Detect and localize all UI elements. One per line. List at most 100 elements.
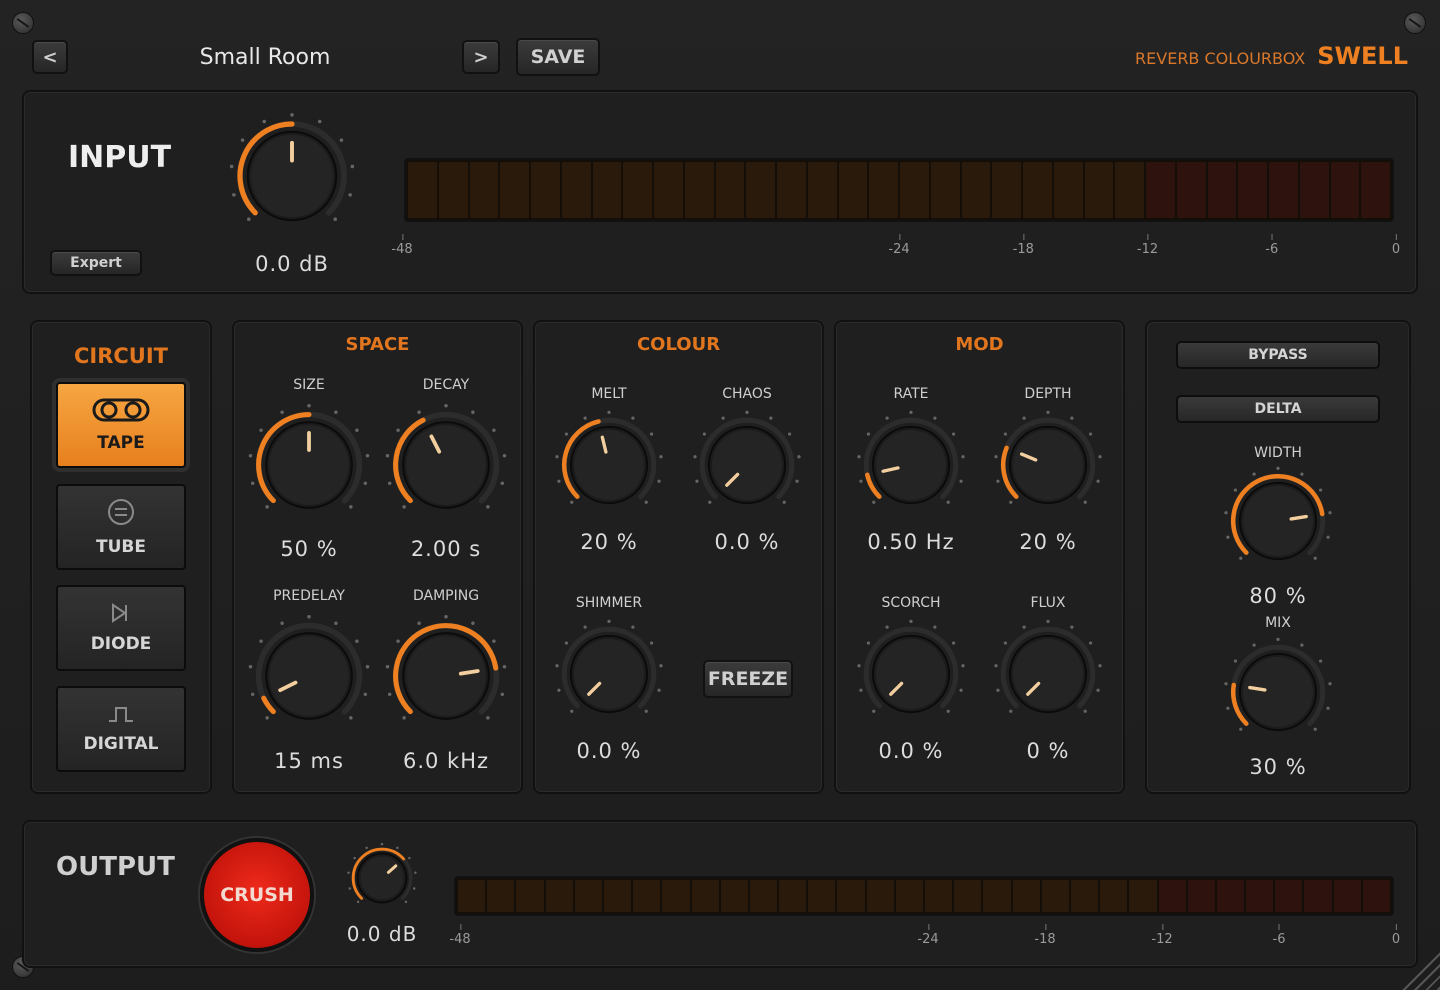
next-preset-button[interactable]: > (462, 40, 500, 74)
meter-segment (1207, 162, 1237, 218)
output-meter (454, 876, 1394, 916)
meter-scale-tick: -24 (917, 924, 939, 947)
width-knob[interactable] (1222, 465, 1334, 577)
meter-segment (900, 162, 929, 218)
flux-knob[interactable] (992, 618, 1104, 730)
circuit-diode-button[interactable]: DIODE (56, 585, 186, 671)
delta-button[interactable]: DELTA (1176, 395, 1380, 423)
meter-segment (516, 880, 544, 912)
damping-knob[interactable] (383, 613, 509, 739)
meter-segment (869, 162, 898, 218)
freeze-button[interactable]: FREEZE (703, 660, 793, 698)
brand: REVERB COLOURBOX SWELL (1135, 42, 1408, 70)
meter-scale-tick: -6 (1272, 924, 1286, 947)
output-title: OUTPUT (56, 852, 175, 882)
meter-segment (1299, 162, 1329, 218)
meter-segment (746, 162, 775, 218)
meter-segment (715, 162, 745, 218)
melt-knob[interactable] (553, 409, 665, 521)
prev-preset-button[interactable]: < (32, 40, 68, 74)
meter-segment (662, 880, 690, 912)
meter-segment (777, 162, 806, 218)
scorch-label: SCORCH (881, 595, 941, 611)
circuit-tape-button[interactable]: TAPE (56, 382, 186, 468)
meter-segment (691, 880, 719, 912)
brand-subtitle: REVERB COLOURBOX (1135, 49, 1306, 68)
meter-segment (837, 880, 865, 912)
meter-segment (1070, 880, 1099, 912)
size-knob[interactable] (246, 402, 372, 528)
chaos-value: 0.0 % (714, 530, 780, 554)
meter-segment (720, 880, 748, 912)
meter-scale-tick: -48 (449, 924, 471, 947)
flux-label: FLUX (1030, 595, 1066, 611)
meter-segment (458, 880, 486, 912)
decay-label: DECAY (422, 377, 470, 393)
input-meter (404, 158, 1394, 222)
predelay-knob[interactable] (246, 613, 372, 739)
rate-knob[interactable] (855, 409, 967, 521)
input-panel: INPUT Expert 0.0 dB -48 -24 -18 -12 -6 0 (22, 90, 1418, 294)
meter-segment (1084, 162, 1114, 218)
output-gain-value: 0.0 dB (346, 922, 418, 946)
circuit-title: CIRCUIT (74, 344, 168, 368)
bypass-button[interactable]: BYPASS (1176, 341, 1380, 369)
mix-knob[interactable] (1222, 636, 1334, 748)
flux-value: 0 % (1026, 739, 1070, 763)
depth-value: 20 % (1019, 530, 1077, 554)
tube-icon (107, 498, 135, 531)
plugin-window: < Small Room > SAVE REVERB COLOURBOX SWE… (0, 0, 1440, 990)
shimmer-value: 0.0 % (576, 739, 642, 763)
circuit-digital-button[interactable]: DIGITAL (56, 686, 186, 772)
meter-scale-tick: -24 (888, 234, 910, 257)
predelay-value: 15 ms (274, 749, 344, 773)
output-gain-knob[interactable] (346, 842, 418, 914)
meter-segment (469, 162, 499, 218)
meter-segment (954, 880, 982, 912)
meter-segment (684, 162, 714, 218)
meter-segment (1146, 162, 1175, 218)
input-gain-knob[interactable] (227, 111, 357, 241)
meter-segment (574, 880, 602, 912)
input-gain-value: 0.0 dB (255, 252, 329, 276)
meter-segment (925, 880, 953, 912)
meter-scale-tick: 0 (1391, 234, 1401, 257)
chaos-knob[interactable] (691, 409, 803, 521)
depth-knob[interactable] (992, 409, 1104, 521)
meter-segment (779, 880, 807, 912)
circuit-tube-button[interactable]: TUBE (56, 484, 186, 570)
damping-value: 6.0 kHz (402, 749, 490, 773)
output-meter-scale: -48 -24 -18 -12 -6 0 (449, 924, 1400, 947)
meter-segment (545, 880, 573, 912)
circuit-tape-label: TAPE (97, 432, 145, 453)
digital-icon (108, 705, 134, 728)
meter-scale-tick: -18 (1034, 924, 1056, 947)
melt-label: MELT (591, 386, 627, 402)
rate-label: RATE (893, 386, 929, 402)
meter-segment (592, 162, 622, 218)
meter-segment (1053, 162, 1083, 218)
meter-segment (603, 880, 632, 912)
scorch-knob[interactable] (855, 618, 967, 730)
size-label: SIZE (293, 377, 325, 393)
tape-icon (92, 398, 150, 427)
meter-segment (1275, 880, 1303, 912)
screw-icon (1404, 12, 1426, 34)
size-value: 50 % (280, 537, 338, 561)
mix-label: MIX (1265, 615, 1291, 631)
save-button[interactable]: SAVE (516, 38, 600, 76)
meter-scale-tick: -12 (1151, 924, 1173, 947)
meter-segment (438, 162, 468, 218)
expert-button[interactable]: Expert (50, 250, 142, 276)
depth-label: DEPTH (1024, 386, 1072, 402)
decay-knob[interactable] (383, 402, 509, 528)
rate-value: 0.50 Hz (867, 530, 955, 554)
meter-segment (1362, 880, 1390, 912)
crush-button[interactable]: CRUSH (200, 838, 314, 952)
shimmer-knob[interactable] (553, 618, 665, 730)
preset-name[interactable]: Small Room (120, 40, 410, 74)
meter-scale-tick: 0 (1391, 924, 1401, 947)
scorch-value: 0.0 % (878, 739, 944, 763)
circuit-digital-label: DIGITAL (83, 733, 159, 754)
meter-segment (1129, 880, 1157, 912)
